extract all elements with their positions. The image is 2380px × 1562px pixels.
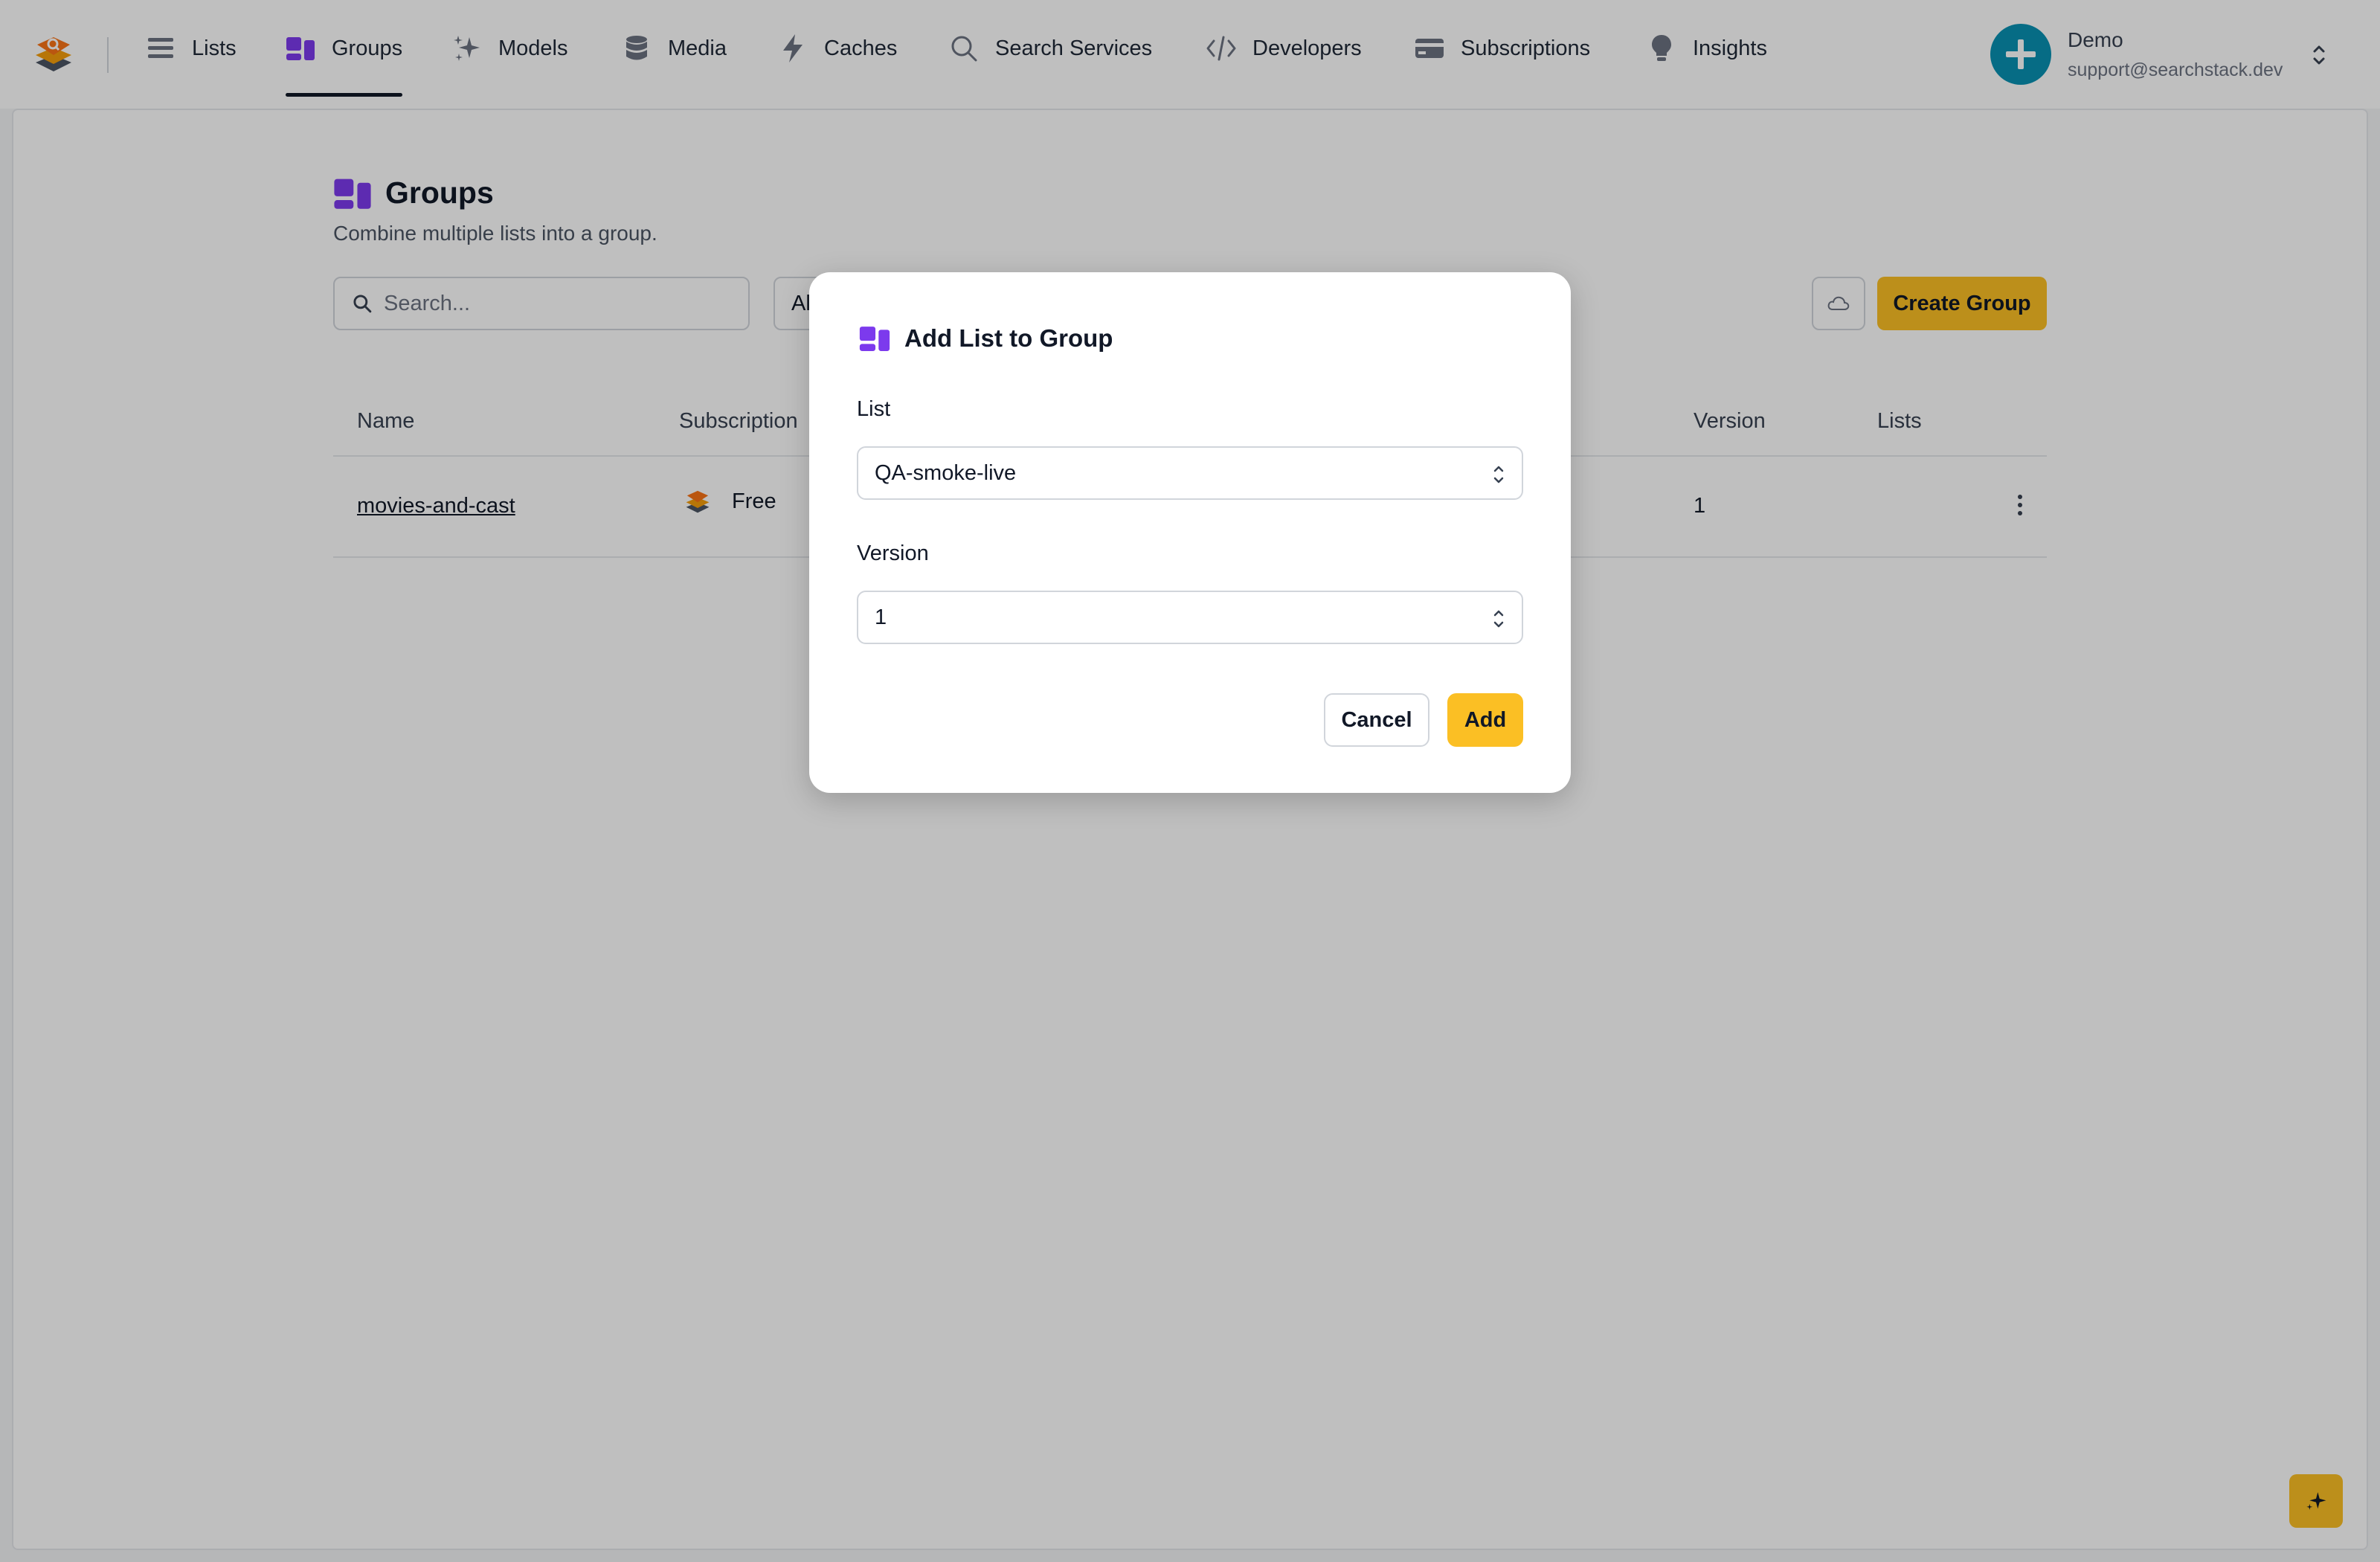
version-select-value: 1	[875, 605, 887, 629]
list-field-label: List	[857, 397, 891, 421]
dialog-title: Add List to Group	[904, 324, 1113, 352]
dialog-header: Add List to Group	[858, 324, 1113, 353]
add-list-dialog: Add List to Group List QA-smoke-live Ver…	[809, 272, 1571, 793]
chevron-up-down-icon	[1493, 610, 1504, 628]
add-button[interactable]: Add	[1447, 693, 1523, 747]
version-field-label: Version	[857, 541, 929, 565]
app: Lists Groups Models Media Caches Search …	[0, 0, 2380, 1562]
cancel-button[interactable]: Cancel	[1324, 693, 1429, 747]
list-select[interactable]: QA-smoke-live	[857, 446, 1523, 500]
version-select[interactable]: 1	[857, 591, 1523, 644]
chevron-up-down-icon	[1493, 466, 1504, 483]
groups-icon	[859, 327, 890, 351]
list-select-value: QA-smoke-live	[875, 460, 1017, 485]
